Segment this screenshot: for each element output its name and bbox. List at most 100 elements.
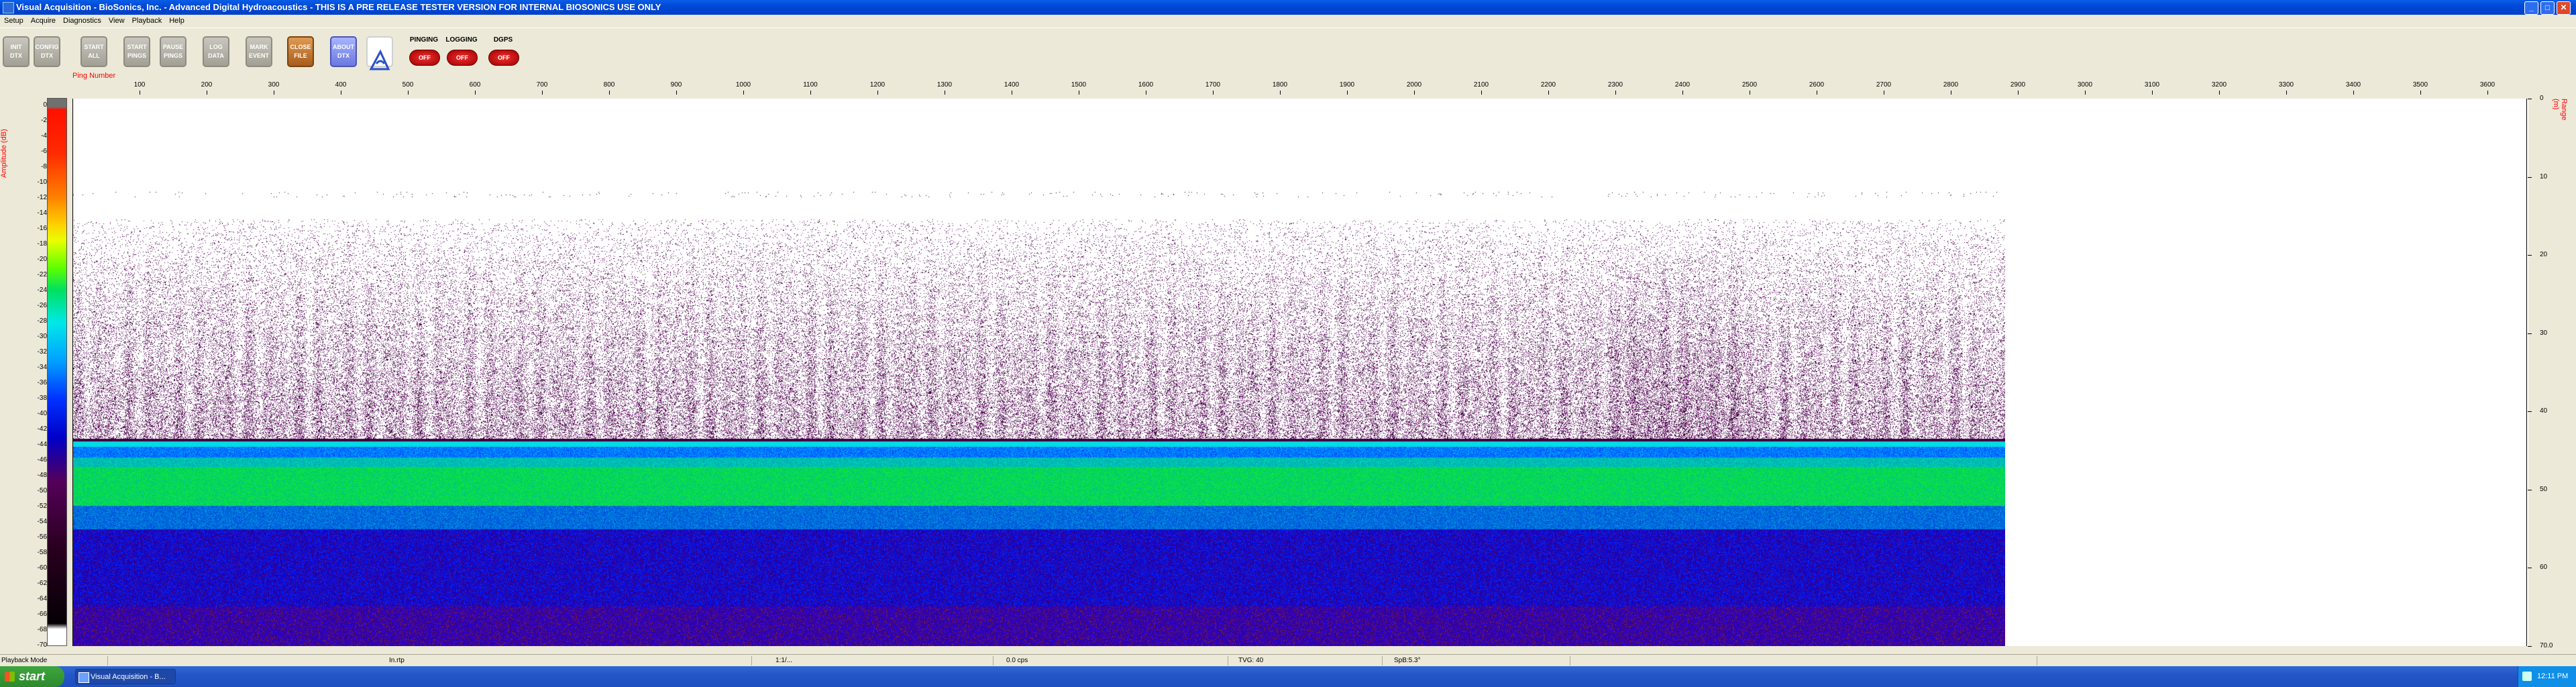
- ping-tick-mark: [2286, 91, 2287, 95]
- amplitude-tick-label: -36: [37, 379, 47, 386]
- pause-pings-button[interactable]: PAUSE PINGS: [160, 36, 186, 67]
- ping-tick-mark: [1481, 91, 1482, 95]
- taskbar: start Visual Acquisition - B... 12:11 PM: [0, 666, 2576, 687]
- logging-label: LOGGING: [445, 36, 478, 44]
- range-tick-label: 70.0: [2540, 642, 2553, 649]
- echogram-data: [73, 99, 2005, 646]
- dgps-label: DGPS: [493, 36, 513, 44]
- menu-view[interactable]: View: [105, 15, 128, 25]
- amplitude-tick-label: -12: [37, 194, 47, 201]
- amplitude-tick-label: -46: [37, 456, 47, 464]
- menu-acquire[interactable]: Acquire: [27, 15, 59, 25]
- amplitude-tick-label: -42: [37, 425, 47, 433]
- minimize-button[interactable]: _: [2524, 1, 2538, 15]
- status-beam: SpB:5.3°: [1394, 657, 1421, 664]
- amplitude-tick-label: -60: [37, 564, 47, 572]
- ping-tick-label: 2800: [1943, 81, 1959, 89]
- ping-tick-label: 3300: [2278, 81, 2294, 89]
- status-mode: Playback Mode: [1, 657, 48, 664]
- ping-tick-label: 600: [469, 81, 481, 89]
- status-ping-position: 1:1/...: [775, 657, 793, 664]
- toolbar: INIT DTX CONFIG DTX START ALL START PING…: [0, 28, 2576, 73]
- ping-tick-label: 700: [536, 81, 548, 89]
- logging-indicator: LOGGING OFF: [443, 34, 480, 68]
- log-data-button[interactable]: LOG DATA: [203, 36, 229, 67]
- ping-tick-label: 3000: [2077, 81, 2093, 89]
- windows-logo-icon: [5, 672, 15, 682]
- start-pings-button[interactable]: START PINGS: [123, 36, 150, 67]
- ping-tick-label: 1000: [735, 81, 751, 89]
- status-divider: [107, 656, 108, 666]
- config-dtx-button[interactable]: CONFIG DTX: [34, 36, 60, 67]
- dgps-state: OFF: [488, 50, 519, 66]
- amplitude-color-scale: [47, 98, 67, 646]
- ping-tick-mark: [877, 91, 878, 95]
- menu-playback[interactable]: Playback: [128, 15, 166, 25]
- maximize-button[interactable]: □: [2540, 1, 2555, 15]
- amplitude-tick-label: -20: [37, 256, 47, 263]
- range-tick-mark: [2528, 176, 2532, 178]
- menu-setup[interactable]: Setup: [0, 15, 27, 25]
- ping-tick-label: 2100: [1473, 81, 1489, 89]
- ping-number-axis: 100 200 300 400 500 600 700 800 900 1000 1100 1200 1…: [72, 81, 2528, 96]
- ping-tick-label: 3100: [2144, 81, 2160, 89]
- menu-bar: Setup Acquire Diagnostics View Playback Help: [0, 15, 2576, 28]
- amplitude-tick-label: -16: [37, 225, 47, 232]
- init-dtx-button[interactable]: INIT DTX: [3, 36, 30, 67]
- amplitude-tick-label: -10: [37, 178, 47, 186]
- ping-tick-label: 1600: [1138, 81, 1154, 89]
- ping-tick-mark: [609, 91, 610, 95]
- amplitude-tick-label: -54: [37, 518, 47, 525]
- ping-tick-mark: [2353, 91, 2354, 95]
- network-icon[interactable]: [2522, 672, 2532, 681]
- ping-tick-mark: [2219, 91, 2220, 95]
- ping-tick-label: 2200: [1540, 81, 1556, 89]
- ping-tick-mark: [2152, 91, 2153, 95]
- amplitude-tick-label: -56: [37, 533, 47, 541]
- amplitude-tick-label: -32: [37, 348, 47, 356]
- ping-tick-mark: [408, 91, 409, 95]
- amplitude-tick-label: -6: [41, 148, 47, 155]
- amplitude-tick-label: -30: [37, 333, 47, 340]
- menu-diagnostics[interactable]: Diagnostics: [59, 15, 105, 25]
- ping-tick-label: 1700: [1205, 81, 1221, 89]
- amplitude-tick-label: -14: [37, 209, 47, 217]
- close-window-button[interactable]: ✕: [2557, 1, 2571, 15]
- ping-tick-mark: [1615, 91, 1616, 95]
- ping-tick-label: 1200: [869, 81, 885, 89]
- ping-tick-mark: [542, 91, 543, 95]
- status-divider: [751, 656, 752, 666]
- ping-tick-mark: [1414, 91, 1415, 95]
- amplitude-tick-label: -22: [37, 271, 47, 278]
- amplitude-tick-label: -48: [37, 472, 47, 479]
- about-dtx-button[interactable]: ABOUT DTX: [330, 36, 357, 67]
- ping-tick-mark: [1280, 91, 1281, 95]
- echogram-canvas[interactable]: [72, 99, 2528, 646]
- echogram-right-border: [2526, 99, 2527, 646]
- taskbar-item-visual-acquisition[interactable]: Visual Acquisition - B...: [75, 669, 176, 684]
- start-button[interactable]: start: [0, 666, 64, 687]
- status-divider: [993, 656, 994, 666]
- ping-tick-label: 500: [402, 81, 414, 89]
- ping-tick-mark: [676, 91, 677, 95]
- ping-tick-label: 1900: [1339, 81, 1355, 89]
- menu-help[interactable]: Help: [165, 15, 188, 25]
- amplitude-axis-title: Amplitude (dB): [0, 129, 8, 178]
- title-bar: Visual Acquisition - BioSonics, Inc. - A…: [0, 0, 2576, 15]
- amplitude-tick-label: -34: [37, 364, 47, 371]
- mark-event-button[interactable]: MARK EVENT: [246, 36, 272, 67]
- start-all-button[interactable]: START ALL: [80, 36, 107, 67]
- pinging-label: PINGING: [409, 36, 439, 44]
- window-title: Visual Acquisition - BioSonics, Inc. - A…: [16, 2, 661, 12]
- range-axis-title: Range (m): [2552, 99, 2568, 121]
- close-file-button[interactable]: CLOSE FILE: [287, 36, 314, 67]
- ping-tick-label: 3600: [2479, 81, 2496, 89]
- dgps-indicator: DGPS OFF: [484, 34, 522, 68]
- ping-tick-label: 300: [268, 81, 280, 89]
- ping-tick-label: 2000: [1406, 81, 1422, 89]
- status-file: In.rtp: [389, 657, 405, 664]
- ping-tick-label: 2900: [2010, 81, 2026, 89]
- amplitude-tick-label: -58: [37, 549, 47, 556]
- amplitude-tick-label: -50: [37, 487, 47, 494]
- amplitude-tick-label: 0: [43, 101, 47, 109]
